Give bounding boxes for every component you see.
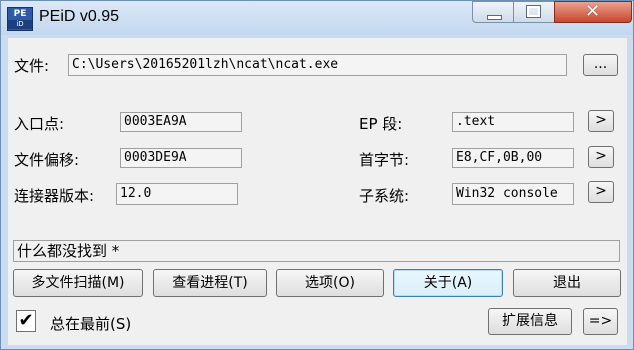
subsystem-arrow-button[interactable]: >	[588, 181, 614, 203]
always-on-top-label[interactable]: 总在最前(S)	[50, 313, 131, 334]
browse-button[interactable]: ...	[583, 54, 618, 76]
ep-section-label: EP 段:	[359, 115, 403, 133]
file-label: 文件:	[14, 57, 50, 75]
plugins-button[interactable]: =>	[583, 308, 618, 335]
maximize-icon	[526, 5, 541, 18]
file-offset-label: 文件偏移:	[14, 151, 80, 169]
subsystem-label: 子系统:	[359, 187, 410, 205]
always-on-top-checkbox[interactable]: ✔	[16, 310, 36, 332]
minimize-button[interactable]	[472, 1, 514, 23]
entry-point-field[interactable]: 0003EA9A	[120, 112, 242, 132]
minimize-icon	[487, 15, 502, 20]
peid-app-icon[interactable]: PE iD	[7, 7, 33, 31]
app-icon-text: PE	[13, 9, 27, 19]
app-icon-subtext: iD	[8, 20, 32, 29]
divider	[8, 37, 627, 38]
close-button[interactable]: ✕	[554, 1, 632, 23]
ep-section-arrow-button[interactable]: >	[588, 110, 614, 132]
scan-result-status: 什么都没找到 *	[13, 240, 620, 262]
exit-button[interactable]: 退出	[513, 269, 621, 297]
linker-version-label: 连接器版本:	[14, 187, 95, 205]
file-path-field[interactable]: C:\Users\20165201lzh\ncat\ncat.exe	[68, 54, 567, 76]
subsystem-field[interactable]: Win32 console	[452, 183, 574, 205]
first-bytes-label: 首字节:	[359, 151, 410, 169]
extensions-button[interactable]: 扩展信息	[488, 308, 572, 335]
close-icon: ✕	[585, 1, 601, 22]
window-title: PEiD v0.95	[39, 8, 120, 25]
main-panel: 文件: C:\Users\20165201lzh\ncat\ncat.exe .…	[8, 37, 627, 345]
title-bar[interactable]: PE iD PEiD v0.95 ✕	[1, 1, 633, 35]
about-button[interactable]: 关于(A)	[393, 269, 503, 297]
peid-window: PE iD PEiD v0.95 ✕ 文件: C:\Users\20165201…	[0, 0, 634, 350]
first-bytes-field[interactable]: E8,CF,0B,00	[452, 148, 574, 168]
maximize-button[interactable]	[513, 1, 555, 23]
options-button[interactable]: 选项(O)	[276, 269, 384, 297]
first-bytes-arrow-button[interactable]: >	[588, 146, 614, 168]
task-viewer-button[interactable]: 查看进程(T)	[153, 269, 267, 297]
ep-section-field[interactable]: .text	[452, 112, 574, 132]
linker-version-field[interactable]: 12.0	[116, 183, 238, 205]
multi-scan-button[interactable]: 多文件扫描(M)	[13, 269, 143, 297]
file-offset-field[interactable]: 0003DE9A	[120, 148, 242, 168]
entry-point-label: 入口点:	[14, 115, 65, 133]
